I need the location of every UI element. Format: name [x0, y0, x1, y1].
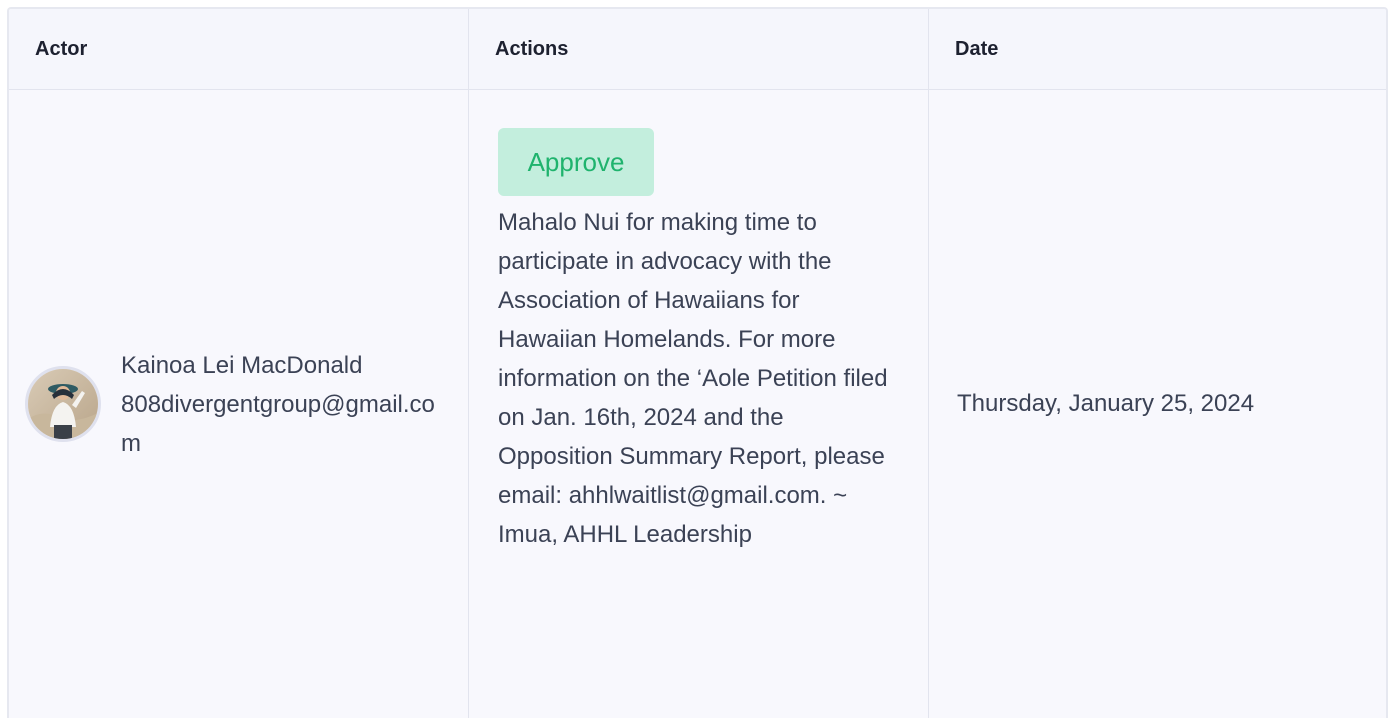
actor-cell: Kainoa Lei MacDonald 808divergentgroup@g… [9, 90, 469, 718]
action-date: Thursday, January 25, 2024 [957, 390, 1255, 417]
actions-cell: Approve Mahalo Nui for making time to pa… [469, 90, 929, 718]
approve-badge: Approve [498, 128, 654, 196]
activity-table: Actor Actions Date Kainoa Lei MacDonald … [7, 7, 1388, 718]
actor-name: Kainoa Lei MacDonald [121, 351, 363, 379]
date-cell: Thursday, January 25, 2024 [929, 90, 1386, 718]
table-row: Kainoa Lei MacDonald 808divergentgroup@g… [9, 90, 1386, 718]
header-date: Date [955, 37, 999, 60]
table-header-row: Actor Actions Date [9, 9, 1386, 90]
avatar-photo-icon [28, 369, 98, 439]
actor-info: Kainoa Lei MacDonald 808divergentgroup@g… [121, 346, 441, 463]
actor-email: 808divergentgroup@gmail.com [121, 390, 435, 457]
avatar [25, 366, 101, 442]
header-actor: Actor [9, 9, 469, 89]
action-comment: Mahalo Nui for making time to participat… [498, 209, 888, 548]
header-actions: Actions [469, 9, 929, 89]
